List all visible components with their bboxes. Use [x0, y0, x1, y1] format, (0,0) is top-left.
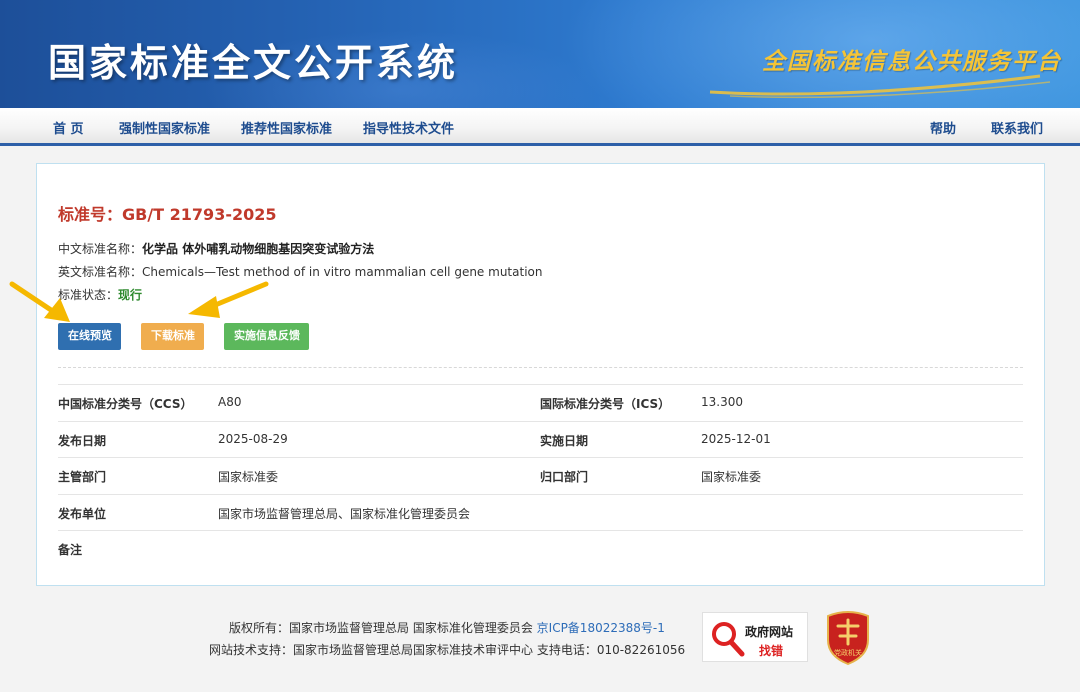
table-row: 发布日期 2025-08-29 实施日期 2025-12-01: [58, 420, 1023, 458]
remark-label: 备注: [58, 543, 83, 557]
nav-guidance-documents[interactable]: 指导性技术文件: [363, 118, 454, 137]
download-standard-button[interactable]: 下载标准: [141, 323, 204, 350]
table-row: 发布单位 国家市场监督管理总局、国家标准化管理委员会: [58, 493, 1023, 531]
footer-copyright: 版权所有：国家市场监督管理总局 国家标准化管理委员会: [229, 621, 533, 635]
en-name-row: 英文标准名称：Chemicals—Test method of in vitro…: [58, 263, 542, 280]
magnifier-icon: [712, 622, 745, 657]
party-badge-text: 党政机关: [834, 648, 862, 657]
implement-date-label: 实施日期: [540, 433, 589, 448]
gov-badge-title: 政府网站: [745, 625, 794, 639]
standard-number: 标准号：GB/T 21793-2025: [58, 205, 277, 224]
platform-slogan: 全国标准信息公共服务平台: [762, 48, 1062, 75]
status-label: 标准状态：: [58, 288, 119, 302]
table-row: 主管部门 国家标准委 归口部门 国家标准委: [58, 457, 1023, 494]
ics-value: 13.300: [701, 395, 743, 409]
publish-date-value: 2025-08-29: [218, 431, 288, 446]
en-name-value: Chemicals—Test method of in vitro mammal…: [142, 265, 543, 279]
ics-label: 国际标准分类号（ICS）: [540, 397, 671, 411]
nav-home[interactable]: 首 页: [53, 118, 84, 137]
owner-label: 归口部门: [540, 470, 589, 484]
publisher-value: 国家市场监督管理总局、国家标准化管理委员会: [218, 506, 471, 521]
nav-mandatory-standards[interactable]: 强制性国家标准: [119, 118, 210, 137]
standard-detail-panel: 标准号：GB/T 21793-2025 中文标准名称：化学品 体外哺乳动物细胞基…: [36, 163, 1045, 586]
table-row: 备注: [58, 530, 1023, 567]
site-banner: 国家标准全文公开系统 全国标准信息公共服务平台: [0, 0, 1080, 108]
online-preview-button[interactable]: 在线预览: [58, 323, 121, 350]
gov-badge-subtitle: 找错: [759, 644, 784, 658]
standard-attributes-table: 中国标准分类号（CCS） A80 国际标准分类号（ICS） 13.300 发布日…: [58, 384, 1023, 567]
footer-copyright-line: 版权所有：国家市场监督管理总局 国家标准化管理委员会 京ICP备18022388…: [229, 619, 665, 636]
nav-contact-us[interactable]: 联系我们: [991, 118, 1043, 137]
main-nav: 首 页 强制性国家标准 推荐性国家标准 指导性技术文件 帮助 联系我们: [0, 108, 1080, 146]
gov-site-error-report-badge[interactable]: 政府网站 找错: [702, 612, 808, 662]
implement-date-value: 2025-12-01: [701, 431, 771, 446]
status-value: 现行: [118, 288, 143, 302]
ccs-label: 中国标准分类号（CCS）: [58, 397, 193, 411]
cn-name-label: 中文标准名称：: [58, 242, 143, 256]
table-row: 中国标准分类号（CCS） A80 国际标准分类号（ICS） 13.300: [58, 384, 1023, 421]
implementation-feedback-button[interactable]: 实施信息反馈: [224, 323, 309, 350]
authority-label: 主管部门: [58, 470, 107, 484]
publish-date-label: 发布日期: [58, 433, 107, 448]
ccs-value: A80: [218, 395, 242, 409]
site-footer: 版权所有：国家市场监督管理总局 国家标准化管理委员会 京ICP备18022388…: [0, 600, 1080, 692]
footer-support: 网站技术支持：国家市场监督管理总局国家标准技术审评中心 支持电话：010-822…: [209, 643, 686, 657]
cn-name-value: 化学品 体外哺乳动物细胞基因突变试验方法: [142, 242, 375, 256]
icp-link[interactable]: 京ICP备18022388号-1: [537, 621, 665, 635]
nav-recommended-standards[interactable]: 推荐性国家标准: [241, 118, 332, 137]
cn-name-row: 中文标准名称：化学品 体外哺乳动物细胞基因突变试验方法: [58, 240, 374, 257]
site-title: 国家标准全文公开系统: [48, 41, 459, 85]
status-row: 标准状态：现行: [58, 286, 142, 303]
owner-value: 国家标准委: [701, 470, 762, 484]
divider: [58, 367, 1023, 368]
en-name-label: 英文标准名称：: [58, 265, 143, 279]
nav-help[interactable]: 帮助: [930, 118, 956, 137]
authority-value: 国家标准委: [218, 470, 279, 484]
publisher-label: 发布单位: [58, 506, 107, 521]
party-gov-emblem-icon[interactable]: 党政机关: [824, 610, 872, 666]
